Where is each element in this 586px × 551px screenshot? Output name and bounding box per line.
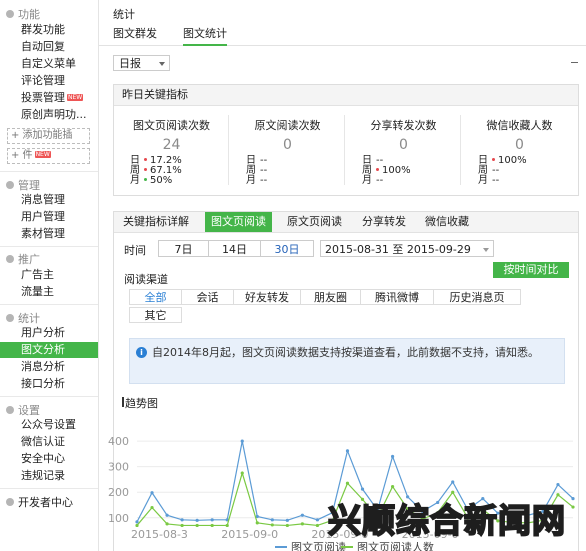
sidebar-item-vote[interactable]: 投票管理 NEW	[0, 90, 98, 106]
stats-icon	[6, 314, 14, 322]
data-point	[285, 523, 289, 528]
sidebar-item-users[interactable]: 用户管理	[0, 209, 98, 225]
section-settings: 设置	[6, 402, 40, 418]
sidebar-item-violations[interactable]: 违规记录	[0, 468, 98, 484]
divider	[0, 488, 98, 489]
data-point	[315, 523, 320, 528]
data-point	[571, 497, 575, 501]
data-point	[270, 523, 274, 527]
sidebar-item-mass-send[interactable]: 群发功能	[0, 22, 98, 38]
data-point	[165, 522, 169, 526]
data-point	[300, 522, 304, 526]
sidebar-item-materials[interactable]: 素材管理	[0, 226, 98, 242]
data-point	[240, 471, 244, 475]
sidebar-item-advertiser[interactable]: 广告主	[0, 267, 98, 283]
y-tick-label: 100	[108, 512, 129, 525]
data-point	[285, 518, 289, 522]
sidebar-item-custom-menu[interactable]: 自定义菜单	[0, 56, 98, 72]
data-point	[390, 454, 395, 459]
data-point	[150, 491, 154, 495]
sidebar-item-auto-reply[interactable]: 自动回复	[0, 39, 98, 55]
divider	[0, 304, 98, 305]
y-tick-label: 300	[108, 461, 129, 474]
sidebar-item-publisher[interactable]: 流量主	[0, 284, 98, 300]
data-point	[180, 518, 184, 522]
sidebar-item-security[interactable]: 安全中心	[0, 451, 98, 467]
main-content: 统计 图文群发 图文统计 日报 昨日关键指标 图文页阅读次数 24 日 17.2% 周 6…	[99, 0, 586, 551]
sidebar-item-verification[interactable]: 微信认证	[0, 434, 98, 450]
data-point	[195, 523, 199, 528]
data-point	[210, 518, 214, 522]
section-manage: 管理	[6, 177, 40, 193]
data-point	[165, 513, 169, 517]
data-point	[255, 521, 259, 525]
divider	[0, 171, 98, 172]
add-plugin-button-2[interactable]: + 件 NEW	[7, 148, 90, 164]
manage-icon	[6, 181, 14, 189]
watermark-text: 兴顺综合新闻网	[327, 500, 566, 541]
sidebar-item-api-analysis[interactable]: 接口分析	[0, 376, 98, 392]
data-point	[180, 523, 184, 528]
sidebar-item-developer[interactable]: 开发者中心	[6, 494, 73, 510]
sidebar-item-messages[interactable]: 消息管理	[0, 192, 98, 208]
data-point	[300, 513, 304, 517]
divider	[0, 396, 98, 397]
new-badge-2: NEW	[34, 151, 51, 158]
add-plugin-button[interactable]: + 添加功能插	[7, 128, 90, 144]
sidebar-item-original[interactable]: 原创声明功...	[0, 107, 98, 123]
sidebar-item-user-analysis[interactable]: 用户分析	[0, 325, 98, 341]
section-promote: 推广	[6, 251, 40, 267]
data-point	[390, 485, 395, 489]
sidebar-item-account-settings[interactable]: 公众号设置	[0, 417, 98, 433]
data-point	[225, 523, 229, 528]
settings-icon	[6, 406, 14, 414]
data-point	[451, 480, 455, 484]
sidebar-item-message-analysis[interactable]: 消息分析	[0, 359, 98, 375]
sidebar-item-comments[interactable]: 评论管理	[0, 73, 98, 89]
y-tick-label: 200	[108, 486, 129, 499]
data-point	[556, 482, 560, 487]
data-point	[571, 505, 575, 509]
data-point	[240, 439, 244, 443]
new-badge: NEW	[67, 94, 84, 101]
trend-chart: 1002003004002015-08-3 2015-09-0 2015-09-0 2…	[108, 435, 575, 551]
y-tick-label: 400	[108, 435, 129, 448]
data-point	[345, 481, 350, 485]
data-point	[210, 523, 214, 528]
data-point	[270, 518, 274, 522]
section-function: 功能	[6, 6, 40, 22]
data-point	[135, 520, 139, 524]
x-tick-label: 2015-09-0	[221, 528, 278, 541]
sidebar-item-article-analysis[interactable]: 图文分析	[0, 342, 98, 358]
data-point	[360, 487, 365, 491]
developer-icon	[6, 498, 14, 506]
data-point	[345, 449, 350, 453]
data-point	[135, 523, 139, 528]
divider	[0, 246, 98, 247]
x-tick-label: 2015-08-3	[131, 528, 188, 541]
section-stats: 统计	[6, 310, 40, 326]
promote-icon	[6, 255, 14, 263]
sidebar: 功能 群发功能 自动回复 自定义菜单 评论管理 投票管理 NEW 原创声明功...…	[0, 0, 99, 551]
data-point	[150, 505, 154, 510]
data-point	[315, 518, 320, 522]
data-point	[195, 518, 199, 522]
function-icon	[6, 10, 14, 18]
